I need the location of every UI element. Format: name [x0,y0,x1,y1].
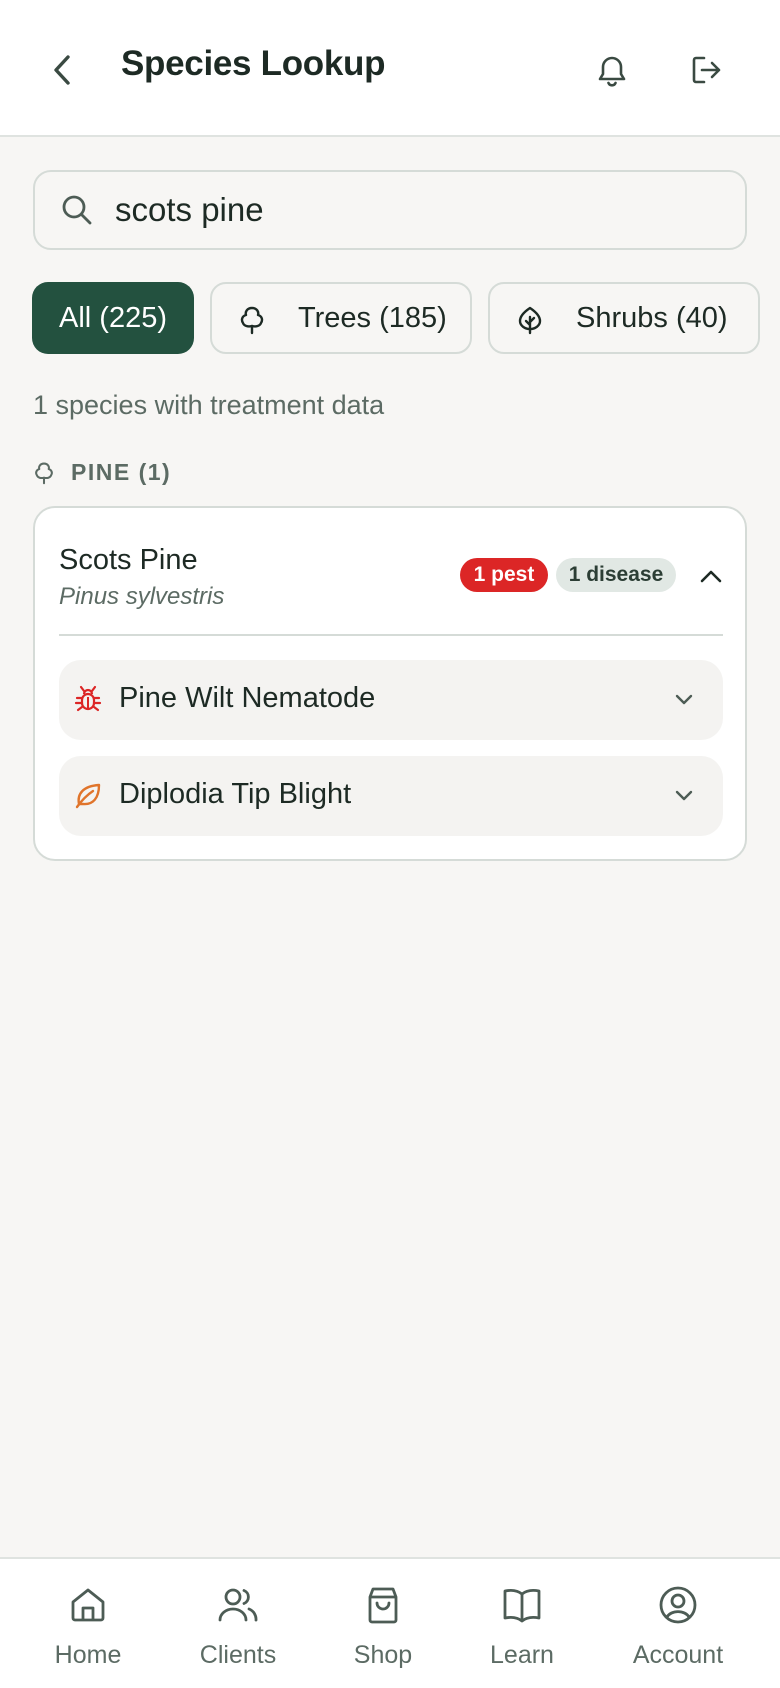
search-icon [62,195,92,225]
nav-label: Clients [199,1641,277,1669]
leaf-icon [75,783,101,809]
nav-label: Learn [490,1641,554,1669]
users-icon [218,1588,258,1622]
search-box [33,170,747,250]
nav-item-shop[interactable]: Shop [333,1559,433,1688]
group-header: PINE (1) [33,459,171,486]
chevron-down-icon [675,694,693,705]
issue-row-diplodia-tip-blight[interactable]: Diplodia Tip Blight [59,756,723,836]
results-summary: 1 species with treatment data [33,390,385,420]
issue-label: Diplodia Tip Blight [119,778,352,810]
nav-item-account[interactable]: Account [618,1559,738,1688]
chevron-up-icon [700,570,722,583]
tree-icon [240,306,264,335]
nav-label: Home [54,1641,122,1669]
home-icon [71,1588,105,1622]
back-button[interactable] [40,48,84,92]
notifications-button[interactable] [588,46,636,94]
top-app-bar: Species Lookup [0,0,780,137]
nav-item-home[interactable]: Home [38,1559,138,1688]
bell-icon [598,56,626,87]
nav-item-learn[interactable]: Learn [472,1559,572,1688]
species-latin-name: Pinus sylvestris [59,583,225,610]
pest-count-badge: 1 pest [460,558,548,592]
tree-icon [35,462,53,484]
nav-label: Shop [353,1641,413,1669]
filter-chip-shrubs[interactable]: Shrubs (40) [488,282,760,354]
filter-chip-trees[interactable]: Trees (185) [210,282,472,354]
chevron-left-icon [54,55,70,85]
collapse-species-button[interactable] [691,556,731,596]
user-circle-icon [659,1586,697,1624]
disease-count-badge: 1 disease [556,558,676,592]
card-divider [59,634,723,636]
shrub-icon [518,306,542,335]
search-input[interactable] [115,182,715,238]
nav-item-clients[interactable]: Clients [188,1559,288,1688]
book-icon [503,1589,541,1623]
nav-label: Account [632,1641,724,1669]
group-label: PINE (1) [71,459,172,485]
shopping-bag-icon [368,1587,398,1624]
issue-label: Pine Wilt Nematode [119,682,376,714]
app-screen: Species Lookup All (225) Tree [0,0,780,1688]
logout-icon [692,56,721,84]
filter-chip-label: Trees (185) [298,302,447,334]
page-title: Species Lookup [121,44,386,83]
filter-chip-label: All (225) [59,301,167,334]
filter-chip-label: Shrubs (40) [576,302,728,334]
issue-row-pine-wilt-nematode[interactable]: Pine Wilt Nematode [59,660,723,740]
chevron-down-icon [675,790,693,801]
species-card: Scots Pine Pinus sylvestris 1 pest 1 dis… [33,506,747,861]
bottom-navigation: Home Clients Shop Learn Account [0,1557,780,1688]
bug-icon [74,685,102,712]
species-common-name: Scots Pine [59,544,198,576]
filter-chip-all[interactable]: All (225) [32,282,194,354]
logout-button[interactable] [683,46,731,94]
